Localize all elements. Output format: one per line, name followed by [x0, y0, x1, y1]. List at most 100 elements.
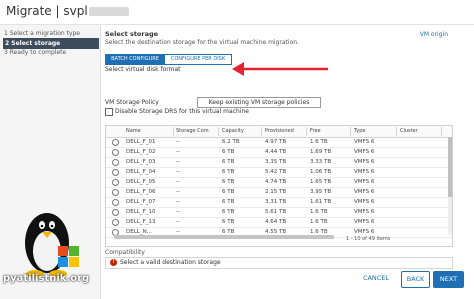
next-button[interactable]: NEXT: [433, 271, 464, 288]
table-cell: 4.44 TB: [265, 149, 287, 155]
col-separator[interactable]: [350, 127, 351, 136]
col-separator[interactable]: [261, 127, 262, 136]
table-cell: 1.65 TB: [310, 179, 332, 185]
table-cell: VMFS 6: [354, 219, 375, 225]
scrollbar-thumb[interactable]: [448, 137, 452, 197]
window-title-text: Migrate | svpl: [6, 4, 88, 18]
error-icon: !: [110, 259, 117, 266]
datastore-table: Name Storage Com Capacity Provisioned Fr…: [105, 125, 453, 247]
table-cell: --: [176, 189, 180, 195]
col-separator[interactable]: [441, 127, 442, 136]
row-radio-button[interactable]: [112, 169, 119, 176]
col-capacity[interactable]: Capacity: [222, 128, 244, 134]
col-separator[interactable]: [218, 127, 219, 136]
compatibility-box: ! Select a valid destination storage: [105, 257, 453, 269]
col-separator[interactable]: [173, 127, 174, 136]
col-type[interactable]: Type: [354, 128, 365, 134]
table-cell: 4.97 TB: [265, 139, 287, 145]
table-cell: 6 TB: [222, 219, 235, 225]
step-ready-to-complete[interactable]: 3 Ready to complete: [4, 49, 66, 56]
penguin-pupil: [40, 224, 44, 228]
table-cell: DELL_F_06: [126, 189, 156, 195]
tab-batch-configure[interactable]: BATCH CONFIGURE: [105, 54, 165, 65]
row-radio-button[interactable]: [112, 209, 119, 216]
table-cell: DELL_F_04: [126, 169, 156, 175]
table-cell: 6 TB: [222, 169, 235, 175]
col-cluster[interactable]: Cluster: [400, 128, 418, 134]
windows-flag-blue: [58, 257, 68, 267]
table-cell: 4.74 TB: [265, 179, 287, 185]
table-cell: 1.69 TB: [310, 149, 332, 155]
row-radio-button[interactable]: [112, 149, 119, 156]
table-cell: 1.61 TB: [310, 199, 332, 205]
vertical-scrollbar[interactable]: [448, 137, 452, 235]
table-cell: VMFS 6: [354, 229, 375, 235]
row-radio-button[interactable]: [112, 199, 119, 206]
col-free[interactable]: Free: [310, 128, 321, 134]
windows-flag-red: [58, 246, 68, 256]
table-cell: --: [176, 169, 180, 175]
col-separator[interactable]: [396, 127, 397, 136]
table-cell: 6 TB: [222, 189, 235, 195]
table-cell: 6 TB: [222, 149, 235, 155]
row-radio-button[interactable]: [112, 179, 119, 186]
table-cell: 3.95 TB: [310, 189, 332, 195]
table-cell: DELL_F_05: [126, 179, 156, 185]
col-storage-compat[interactable]: Storage Com: [176, 128, 209, 134]
col-separator[interactable]: [306, 127, 307, 136]
row-radio-button[interactable]: [112, 219, 119, 226]
table-cell: VMFS 6: [354, 169, 375, 175]
table-cell: VMFS 6: [354, 189, 375, 195]
col-name[interactable]: Name: [126, 128, 141, 134]
col-provisioned[interactable]: Provisioned: [265, 128, 294, 134]
penguin-pupil: [50, 224, 54, 228]
horizontal-scrollbar[interactable]: [114, 235, 334, 239]
table-cell: 3.31 TB: [265, 199, 287, 205]
vm-origin-link[interactable]: VM origin: [420, 31, 448, 38]
page-description: Select the destination storage for the v…: [105, 39, 299, 46]
window-titlebar: Migrate | svpl: [0, 0, 474, 25]
step-select-storage[interactable]: 2 Select storage: [3, 38, 99, 49]
table-cell: 1.6 TB: [310, 139, 328, 145]
watermark-text: pyatilistnik.org: [3, 273, 90, 284]
table-cell: 1.6 TB: [310, 219, 328, 225]
table-cell: 6 TB: [222, 159, 235, 165]
window-title: Migrate | svpl: [6, 4, 129, 18]
table-cell: --: [176, 159, 180, 165]
table-cell: --: [176, 139, 180, 145]
redacted-hostname: [88, 7, 129, 16]
cancel-button[interactable]: CANCEL: [359, 271, 393, 286]
table-cell: 1.06 TB: [310, 169, 332, 175]
table-cell: --: [176, 179, 180, 185]
tab-configure-per-disk[interactable]: CONFIGURE PER DISK: [164, 54, 232, 65]
table-cell: 3.33 TB: [310, 159, 332, 165]
table-cell: --: [176, 209, 180, 215]
compatibility-message: Select a valid destination storage: [120, 259, 221, 266]
table-cell: --: [176, 199, 180, 205]
table-cell: DELL_F_01: [126, 139, 156, 145]
table-cell: 6 TB: [222, 199, 235, 205]
disable-drs-checkbox[interactable]: [105, 108, 113, 116]
row-radio-button[interactable]: [112, 139, 119, 146]
page-heading: Select storage: [105, 30, 159, 38]
compatibility-label: Compatibility: [105, 249, 145, 256]
row-radio-button[interactable]: [112, 159, 119, 166]
table-cell: VMFS 6: [354, 159, 375, 165]
table-cell: 3.35 TB: [265, 159, 287, 165]
table-cell: 5.42 TB: [265, 169, 287, 175]
windows-flag-green: [69, 246, 79, 256]
back-button[interactable]: BACK: [401, 271, 430, 288]
table-cell: DELL_F_10: [126, 209, 156, 215]
table-cell: 6 TB: [222, 209, 235, 215]
row-radio-button[interactable]: [112, 189, 119, 196]
vm-storage-policy-select[interactable]: Keep existing VM storage policies: [197, 97, 321, 108]
pagination-text: 1 - 10 of 49 items: [346, 236, 391, 242]
step-select-migration-type[interactable]: 1 Select a migration type: [4, 30, 80, 37]
table-cell: DELL_F_13: [126, 219, 156, 225]
disable-drs-label: Disable Storage DRS for this virtual mac…: [115, 108, 249, 115]
table-cell: VMFS 6: [354, 209, 375, 215]
table-cell: 2.15 TB: [265, 189, 287, 195]
vm-storage-policy-label: VM Storage Policy: [105, 99, 159, 106]
table-cell: VMFS 6: [354, 139, 375, 145]
table-cell: 5.61 TB: [265, 209, 287, 215]
